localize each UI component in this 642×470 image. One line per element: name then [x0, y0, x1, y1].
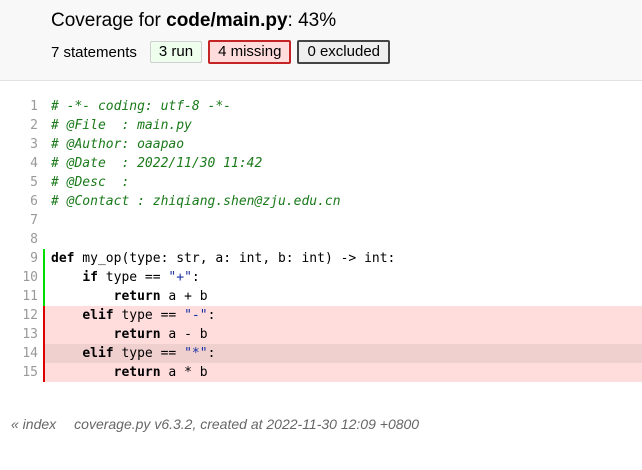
line-code: # @Author: oaapao — [43, 135, 642, 154]
code-token: return — [113, 365, 161, 380]
index-link[interactable]: « index — [11, 416, 56, 432]
file-name: code/main.py — [166, 10, 288, 31]
code-token: def — [51, 251, 75, 266]
code-token: type == — [97, 270, 169, 285]
code-token: elif — [82, 346, 114, 361]
created-info: coverage.py v6.3.2, created at 2022-11-3… — [74, 416, 420, 432]
line-number[interactable]: 8 — [0, 230, 38, 249]
code-token: # @Desc : — [51, 175, 130, 190]
code-token: my_op(type: str, a: int, b: int) -> int: — [74, 251, 396, 266]
line-number[interactable]: 1 — [0, 97, 38, 116]
line-code: return a * b — [43, 363, 642, 382]
title-prefix: Coverage for — [51, 10, 167, 31]
source-line: 6 # @Contact : zhiqiang.shen@zju.edu.cn — [0, 192, 642, 211]
source-line: 7 — [0, 211, 642, 230]
line-code: # @Date : 2022/11/30 11:42 — [43, 154, 642, 173]
line-number[interactable]: 3 — [0, 135, 38, 154]
line-code: def my_op(type: str, a: int, b: int) -> … — [43, 249, 642, 268]
code-token: if — [82, 270, 98, 285]
run-toggle-button[interactable]: 3 run — [149, 41, 203, 63]
code-token: return — [113, 327, 161, 342]
coverage-percent: : 43% — [287, 10, 337, 31]
line-code: # -*- coding: utf-8 -*- — [43, 97, 642, 116]
line-code: return a + b — [43, 287, 642, 306]
excluded-toggle-button[interactable]: 0 excluded — [297, 40, 391, 64]
code-token: : — [207, 308, 216, 323]
line-code: if type == "+": — [43, 268, 642, 287]
source-line: 12 elif type == "-": — [0, 306, 642, 325]
line-number[interactable]: 2 — [0, 116, 38, 135]
code-token: # -*- coding: utf-8 -*- — [51, 99, 232, 114]
page-title: Coverage for code/main.py: 43% — [51, 9, 336, 33]
line-code: return a - b — [43, 325, 642, 344]
code-token: type == — [113, 346, 185, 361]
line-number[interactable]: 14 — [0, 344, 38, 363]
code-token: return — [113, 289, 161, 304]
source-line: 14 elif type == "*": — [0, 344, 642, 363]
source-line: 8 — [0, 230, 642, 249]
source-line: 4 # @Date : 2022/11/30 11:42 — [0, 154, 642, 173]
code-token: : — [191, 270, 200, 285]
line-number[interactable]: 10 — [0, 268, 38, 287]
source-line: 5 # @Desc : — [0, 173, 642, 192]
code-token: # @Author: oaapao — [51, 137, 185, 152]
source-line: 3 # @Author: oaapao — [0, 135, 642, 154]
code-token: "+" — [168, 270, 192, 285]
line-number[interactable]: 4 — [0, 154, 38, 173]
line-code: # @Contact : zhiqiang.shen@zju.edu.cn — [43, 192, 642, 211]
line-number[interactable]: 7 — [0, 211, 38, 230]
source-listing: 1 # -*- coding: utf-8 -*- 2 # @File : main.… — [0, 97, 642, 382]
code-token: # @File : main.py — [51, 118, 192, 133]
line-code: elif type == "*": — [43, 344, 642, 363]
code-token: "-" — [184, 308, 208, 323]
statement-count: 7 statements — [51, 43, 137, 61]
line-number[interactable]: 15 — [0, 363, 38, 382]
source-line: 1 # -*- coding: utf-8 -*- — [0, 97, 642, 116]
footer: « index coverage.py v6.3.2, created at 2… — [11, 416, 419, 432]
code-token: # @Contact : zhiqiang.shen@zju.edu.cn — [51, 194, 341, 209]
line-number[interactable]: 5 — [0, 173, 38, 192]
code-token: a - b — [160, 327, 208, 342]
source-line: 15 return a * b — [0, 363, 642, 382]
code-token: elif — [82, 308, 114, 323]
code-token: # @Date : 2022/11/30 11:42 — [51, 156, 263, 171]
line-number[interactable]: 13 — [0, 325, 38, 344]
missing-toggle-button[interactable]: 4 missing — [208, 40, 292, 64]
line-number[interactable]: 12 — [0, 306, 38, 325]
source-line: 13 return a - b — [0, 325, 642, 344]
coverage-summary: 7 statements 3 run 4 missing 0 excluded — [51, 40, 396, 64]
source-line: 2 # @File : main.py — [0, 116, 642, 135]
source-line: 9 def my_op(type: str, a: int, b: int) ->… — [0, 249, 642, 268]
line-code: # @File : main.py — [43, 116, 642, 135]
source-line: 10 if type == "+": — [0, 268, 642, 287]
report-header: Coverage for code/main.py: 43% 7 stateme… — [0, 0, 642, 81]
line-code: elif type == "-": — [43, 306, 642, 325]
code-token: "*" — [184, 346, 208, 361]
code-token: type == — [113, 308, 185, 323]
code-token: a * b — [160, 365, 208, 380]
line-number[interactable]: 6 — [0, 192, 38, 211]
code-token: : — [207, 346, 216, 361]
line-code: # @Desc : — [43, 173, 642, 192]
code-token: a + b — [160, 289, 208, 304]
line-number[interactable]: 9 — [0, 249, 38, 268]
line-number[interactable]: 11 — [0, 287, 38, 306]
source-line: 11 return a + b — [0, 287, 642, 306]
